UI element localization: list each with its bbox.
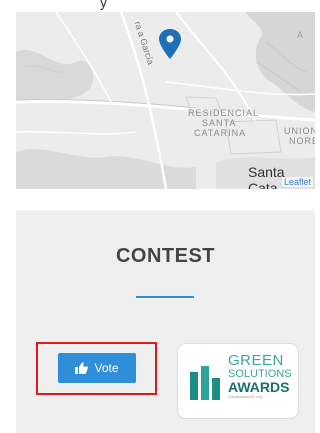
section-spacer bbox=[16, 189, 315, 210]
contest-title: CONTEST bbox=[115, 245, 216, 267]
title-divider bbox=[136, 296, 194, 298]
vote-button[interactable]: Vote bbox=[58, 353, 136, 383]
thumbs-up-icon bbox=[75, 362, 89, 374]
green-solutions-awards-logo[interactable]: GREEN SOLUTIONS AWARDS Construction21.or… bbox=[178, 344, 298, 418]
map-corner-label: A bbox=[297, 30, 305, 40]
award-text: GREEN SOLUTIONS AWARDS Construction21.or… bbox=[228, 352, 292, 399]
map-terrain bbox=[16, 12, 315, 189]
page-heading-fragment: y bbox=[100, 0, 107, 10]
vote-button-label: Vote bbox=[94, 361, 119, 375]
map-attribution-link[interactable]: Leaflet bbox=[281, 177, 313, 187]
contest-section: CONTEST Vote GREEN SOLUTIONS AWARDS Cons… bbox=[16, 210, 315, 433]
building-logo-icon bbox=[190, 366, 220, 400]
location-map[interactable]: ra a García A RESIDENCIAL SANTA CATARINA… bbox=[16, 12, 315, 189]
top-strip: y bbox=[0, 0, 315, 12]
